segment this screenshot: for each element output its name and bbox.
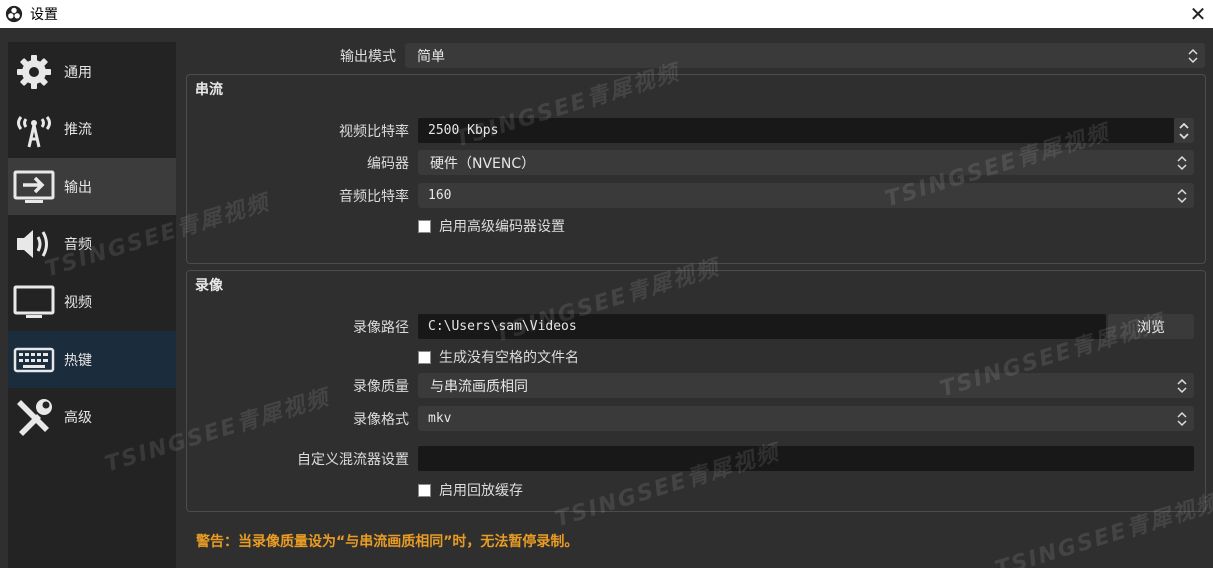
broadcast-tower-icon	[12, 107, 56, 151]
output-settings-panel: 输出模式 简单 串流 视频比特率 2500 Kbps 编码器 硬件（NVENC）…	[186, 38, 1206, 568]
spin-arrows-icon	[1179, 122, 1189, 139]
recording-path-value: C:\Users\sam\Videos	[428, 319, 577, 334]
sidebar-item-label: 热键	[64, 352, 92, 369]
updown-chevron-icon	[1170, 183, 1194, 208]
sidebar-item-advanced[interactable]: 高级	[8, 388, 176, 445]
recording-format-label: 录像格式	[353, 412, 409, 428]
speaker-icon	[12, 222, 56, 266]
encoder-label: 编码器	[367, 156, 409, 172]
audio-bitrate-value: 160	[428, 188, 452, 203]
close-icon[interactable]: ✕	[1183, 0, 1213, 28]
keyboard-icon	[12, 338, 56, 382]
custom-muxer-label: 自定义混流器设置	[297, 452, 409, 468]
window-title: 设置	[30, 7, 58, 23]
warning-message: 警告：当录像质量设为“与串流画质相同”时，无法暂停录制。	[196, 534, 579, 550]
video-bitrate-spinbox[interactable]: 2500 Kbps	[418, 118, 1174, 143]
recording-quality-value: 与串流画质相同	[430, 378, 528, 395]
sidebar-item-stream[interactable]: 推流	[8, 100, 176, 157]
updown-chevron-icon	[1170, 406, 1194, 431]
streaming-group-title: 串流	[195, 82, 223, 98]
obs-logo-icon	[5, 5, 23, 23]
advanced-encoder-checkbox-label: 启用高级编码器设置	[439, 219, 565, 235]
browse-button[interactable]: 浏览	[1108, 314, 1194, 339]
video-bitrate-stepper[interactable]	[1174, 118, 1194, 143]
sidebar-item-label: 输出	[64, 179, 92, 196]
output-mode-label: 输出模式	[340, 49, 396, 65]
recording-format-select[interactable]: mkv	[418, 406, 1194, 431]
tools-icon	[12, 395, 56, 439]
gear-icon	[12, 50, 56, 94]
sidebar-item-label: 音频	[64, 236, 92, 253]
checkbox-box[interactable]	[418, 219, 431, 233]
video-bitrate-value: 2500 Kbps	[428, 123, 499, 138]
settings-window: 通用 推流 输出 音频 视频 热键 高级 输出模式 简单 串流 视频比特率 25…	[0, 28, 1213, 568]
sidebar-item-label: 高级	[64, 409, 92, 426]
encoder-select[interactable]: 硬件（NVENC）	[418, 150, 1194, 175]
recording-quality-label: 录像质量	[353, 379, 409, 395]
updown-chevron-icon	[1170, 150, 1194, 175]
recording-path-label: 录像路径	[353, 320, 409, 336]
checkbox-box[interactable]	[418, 483, 431, 497]
updown-chevron-icon	[1170, 373, 1194, 398]
replay-buffer-checkbox[interactable]: 启用回放缓存	[418, 480, 523, 500]
monitor-icon	[12, 280, 56, 324]
output-monitor-icon	[12, 165, 56, 209]
no-space-filename-checkbox[interactable]: 生成没有空格的文件名	[418, 347, 579, 367]
checkbox-box[interactable]	[418, 350, 431, 364]
recording-group-title: 录像	[195, 278, 223, 294]
sidebar-item-hotkeys[interactable]: 热键	[8, 331, 176, 388]
sidebar-item-general[interactable]: 通用	[8, 43, 176, 100]
output-mode-value: 简单	[417, 48, 445, 65]
encoder-value: 硬件（NVENC）	[430, 155, 536, 172]
custom-muxer-input[interactable]	[418, 446, 1194, 471]
recording-quality-select[interactable]: 与串流画质相同	[418, 373, 1194, 398]
updown-chevron-icon	[1181, 43, 1205, 68]
sidebar-item-label: 视频	[64, 294, 92, 311]
recording-format-value: mkv	[428, 411, 452, 426]
browse-button-label: 浏览	[1137, 319, 1165, 336]
output-mode-select[interactable]: 简单	[405, 43, 1205, 68]
advanced-encoder-checkbox[interactable]: 启用高级编码器设置	[418, 216, 565, 236]
title-bar: 设置 ✕	[0, 0, 1213, 28]
recording-group: 录像 录像路径 C:\Users\sam\Videos 浏览 生成没有空格的文件…	[186, 270, 1206, 512]
audio-bitrate-label: 音频比特率	[339, 189, 409, 205]
sidebar-item-label: 通用	[64, 64, 92, 81]
video-bitrate-label: 视频比特率	[339, 124, 409, 140]
sidebar-item-label: 推流	[64, 121, 92, 138]
recording-path-input[interactable]: C:\Users\sam\Videos	[418, 314, 1106, 339]
sidebar: 通用 推流 输出 音频 视频 热键 高级	[8, 42, 176, 568]
sidebar-item-output[interactable]: 输出	[8, 158, 176, 215]
no-space-filename-label: 生成没有空格的文件名	[439, 350, 579, 366]
replay-buffer-label: 启用回放缓存	[439, 483, 523, 499]
audio-bitrate-select[interactable]: 160	[418, 183, 1194, 208]
sidebar-item-video[interactable]: 视频	[8, 273, 176, 330]
sidebar-item-audio[interactable]: 音频	[8, 215, 176, 272]
streaming-group: 串流 视频比特率 2500 Kbps 编码器 硬件（NVENC） 音频比特率 1…	[186, 74, 1206, 264]
